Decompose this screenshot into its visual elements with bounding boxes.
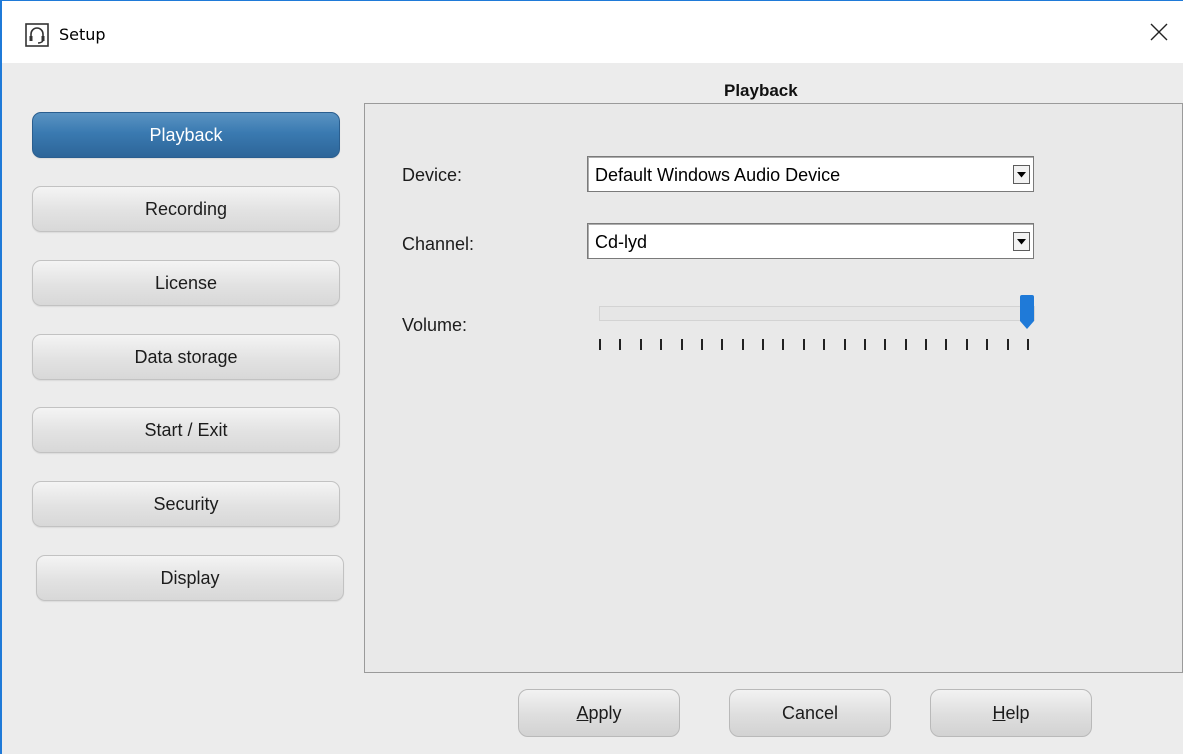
nav-button-playback[interactable]: Playback (32, 112, 340, 158)
help-button-label: Help (992, 702, 1030, 723)
section-title: Playback (724, 81, 798, 100)
playback-settings-panel: Device: Default Windows Audio Device Cha… (364, 103, 1183, 673)
volume-tick (1027, 339, 1029, 350)
nav-button-start-exit[interactable]: Start / Exit (32, 407, 340, 453)
nav-button-label: Playback (149, 124, 223, 145)
volume-tick (721, 339, 724, 350)
volume-slider-thumb[interactable] (1019, 295, 1035, 330)
apply-button-label: Apply (576, 702, 622, 723)
volume-tick (884, 339, 887, 350)
channel-select[interactable]: Cd-lyd (587, 223, 1034, 259)
volume-tick (700, 339, 703, 350)
volume-slider-ticks (599, 339, 1031, 353)
help-button[interactable]: Help (930, 689, 1092, 737)
setup-window: Setup Playback Recording License Data st… (0, 0, 1183, 754)
volume-slider-track[interactable] (599, 306, 1035, 321)
volume-tick (762, 339, 765, 350)
volume-label: Volume: (402, 315, 468, 335)
device-label: Device: (402, 165, 463, 185)
nav-button-display[interactable]: Display (36, 555, 344, 601)
device-select[interactable]: Default Windows Audio Device (587, 156, 1034, 192)
title-bar: Setup (2, 1, 1183, 63)
dropdown-arrow-icon[interactable] (1013, 165, 1030, 184)
window-title: Setup (59, 25, 106, 44)
volume-tick (945, 339, 948, 350)
volume-tick (986, 339, 989, 350)
nav-button-label: Start / Exit (144, 419, 228, 440)
dropdown-arrow-icon[interactable] (1013, 232, 1030, 251)
nav-button-data-storage[interactable]: Data storage (32, 334, 340, 380)
volume-tick (823, 339, 826, 350)
apply-button[interactable]: Apply (518, 689, 680, 737)
volume-tick (802, 339, 805, 350)
nav-button-label: Recording (144, 198, 228, 219)
dialog-body: Playback Recording License Data storage … (2, 63, 1183, 754)
nav-button-label: License (154, 272, 218, 293)
device-select-value: Default Windows Audio Device (595, 165, 841, 185)
volume-tick (1006, 339, 1009, 350)
volume-tick (904, 339, 907, 350)
volume-tick (843, 339, 846, 350)
cancel-button-label: Cancel (781, 702, 839, 723)
volume-tick (660, 339, 663, 350)
volume-tick (619, 339, 622, 350)
volume-tick (599, 339, 601, 350)
nav-button-label: Security (153, 493, 219, 514)
channel-label: Channel: (402, 234, 475, 254)
volume-tick (925, 339, 928, 350)
volume-tick (741, 339, 744, 350)
nav-button-recording[interactable]: Recording (32, 186, 340, 232)
nav-button-label: Display (160, 567, 220, 588)
cancel-button[interactable]: Cancel (729, 689, 891, 737)
volume-tick (639, 339, 642, 350)
channel-select-value: Cd-lyd (595, 232, 648, 252)
volume-tick (782, 339, 785, 350)
volume-tick (863, 339, 866, 350)
close-icon (1150, 23, 1168, 46)
close-button[interactable] (1135, 15, 1183, 53)
headset-icon (25, 23, 49, 47)
nav-button-security[interactable]: Security (32, 481, 340, 527)
nav-button-license[interactable]: License (32, 260, 340, 306)
volume-tick (680, 339, 683, 350)
nav-button-label: Data storage (134, 346, 238, 367)
volume-tick (965, 339, 968, 350)
